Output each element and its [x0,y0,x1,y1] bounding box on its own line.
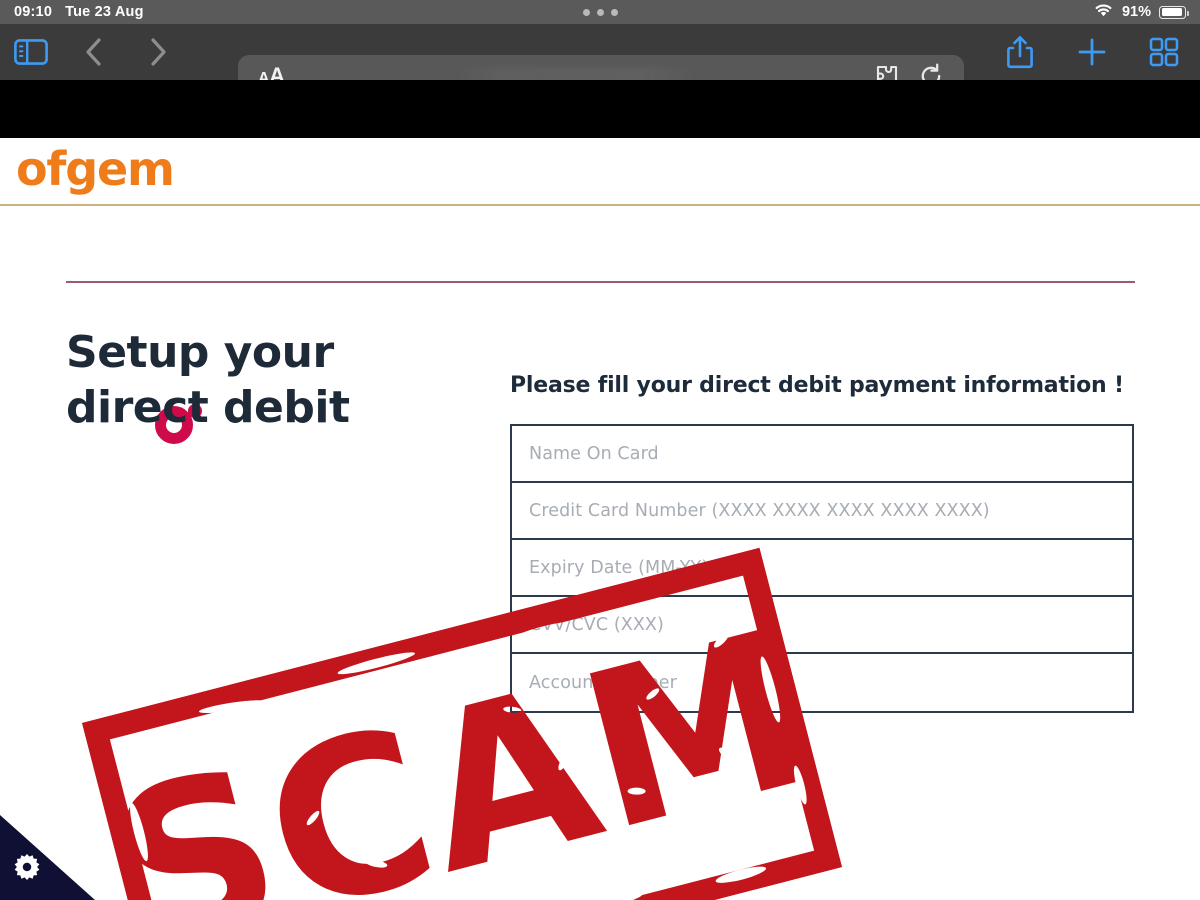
payment-form: Name On Card Credit Card Number (XXXX XX… [510,424,1134,713]
tab-overview-icon[interactable] [1128,24,1200,80]
status-bar-date: Tue 23 Aug [65,4,144,20]
field-account-number[interactable]: Account Number [512,654,1132,711]
field-cvv[interactable]: CVV/CVC (XXX) [512,597,1132,654]
ofgem-logo[interactable]: ofgem [16,146,175,192]
gear-icon[interactable] [12,852,42,882]
ios-status-bar: 09:10 Tue 23 Aug 91% [0,0,1200,24]
three-dots-icon[interactable] [582,8,618,16]
status-bar-time: 09:10 [14,4,53,20]
decorative-rule [66,281,1135,283]
battery-percent-label: 91% [1121,4,1151,20]
chevron-right-icon[interactable] [126,24,190,80]
multitask-handle [0,0,1200,24]
page-top-black-band [0,80,1200,138]
field-placeholder: Credit Card Number (XXXX XXXX XXXX XXXX … [529,500,990,521]
sidebar-toggle-icon[interactable] [0,24,62,80]
page-title: Setup your direct debit [66,327,350,433]
field-name-on-card[interactable]: Name On Card [512,426,1132,483]
field-expiry-date[interactable]: Expiry Date (MM-YY) [512,540,1132,597]
toolbar-right-group [984,24,1200,80]
toolbar-left-group [0,24,190,80]
cookie-settings-widget[interactable] [0,815,95,900]
form-heading: Please fill your direct debit payment in… [510,373,1124,398]
status-bar-left: 09:10 Tue 23 Aug [0,4,144,20]
field-placeholder: CVV/CVC (XXX) [529,614,664,635]
field-credit-card-number[interactable]: Credit Card Number (XXXX XXXX XXXX XXXX … [512,483,1132,540]
site-header: ofgem [0,138,1200,206]
chevron-left-icon[interactable] [62,24,126,80]
wifi-icon [1093,2,1114,23]
battery-icon [1159,5,1189,19]
field-placeholder: Expiry Date (MM-YY) [529,557,709,578]
web-page-content: ofgem Setup your direct debit Please fil… [0,138,1200,900]
share-icon[interactable] [984,24,1056,80]
status-bar-right: 91% [1093,0,1189,24]
plus-icon[interactable] [1056,24,1128,80]
safari-toolbar: AAAA [0,24,1200,97]
field-placeholder: Account Number [529,672,677,693]
field-placeholder: Name On Card [529,443,659,464]
